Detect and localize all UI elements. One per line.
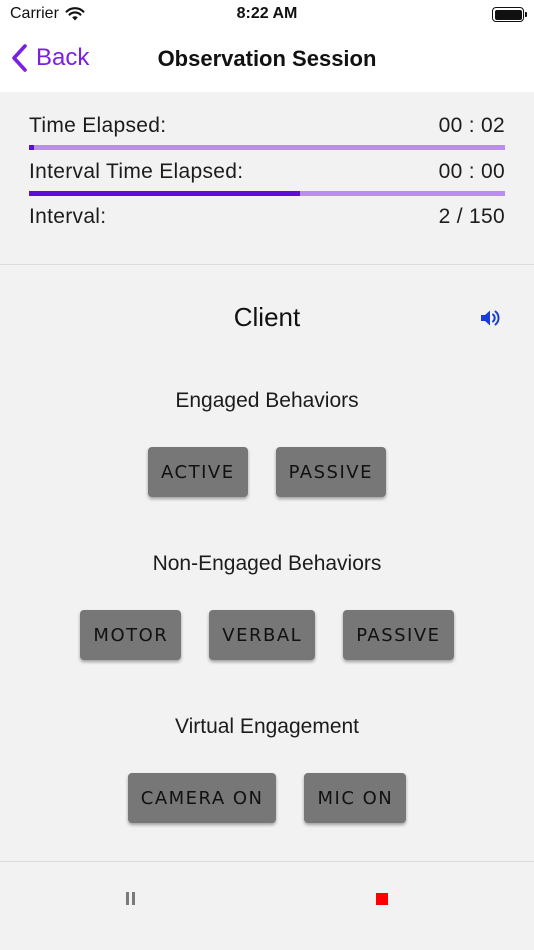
virtual-engagement-label: Virtual Engagement xyxy=(174,715,360,738)
interval-time-row: Interval Time Elapsed: 00 : 00 xyxy=(29,160,505,184)
interval-row: Interval: 2 / 150 xyxy=(29,205,505,229)
stop-icon[interactable] xyxy=(376,893,388,905)
interval-time-value: 00 : 00 xyxy=(438,160,505,183)
interval-time-progress-fill xyxy=(29,191,301,196)
interval-time-label: Interval Time Elapsed: xyxy=(29,160,244,183)
non-engaged-behaviors-buttons: MOTOR VERBAL PASSIVE xyxy=(0,610,534,660)
battery-icon xyxy=(492,7,527,22)
nav-bar: Back Observation Session xyxy=(0,30,534,92)
non-engaged-behaviors-label: Non-Engaged Behaviors xyxy=(152,552,382,575)
clock: 8:22 AM xyxy=(236,5,298,22)
engaged-behaviors-label: Engaged Behaviors xyxy=(175,389,359,412)
engaged-passive-button[interactable]: PASSIVE xyxy=(275,447,386,497)
engaged-behaviors-buttons: ACTIVE PASSIVE xyxy=(0,447,534,497)
behavior-panel: Client Engaged Behaviors ACTIVE PASSIVE … xyxy=(0,266,534,860)
camera-on-button[interactable]: CAMERA ON xyxy=(127,773,277,823)
speaker-icon[interactable] xyxy=(480,308,502,328)
pause-icon[interactable] xyxy=(122,892,138,908)
mic-on-button[interactable]: MIC ON xyxy=(304,773,407,823)
time-elapsed-progress-bar xyxy=(29,145,505,150)
non-engaged-motor-button[interactable]: MOTOR xyxy=(80,610,182,660)
time-elapsed-progress-fill xyxy=(29,145,34,150)
time-elapsed-value: 00 : 02 xyxy=(438,114,505,137)
non-engaged-verbal-button[interactable]: VERBAL xyxy=(209,610,316,660)
interval-time-progress-bar xyxy=(29,191,505,196)
time-elapsed-row: Time Elapsed: 00 : 02 xyxy=(29,114,505,138)
client-title: Client xyxy=(233,302,301,332)
timer-panel: Time Elapsed: 00 : 02 Interval Time Elap… xyxy=(0,92,534,265)
session-controls xyxy=(0,861,534,950)
non-engaged-passive-button[interactable]: PASSIVE xyxy=(343,610,454,660)
virtual-engagement-buttons: CAMERA ON MIC ON xyxy=(0,773,534,823)
interval-value: 2 / 150 xyxy=(438,205,505,228)
status-bar: Carrier 8:22 AM xyxy=(0,0,534,30)
page-title: Observation Session xyxy=(157,46,377,71)
time-elapsed-label: Time Elapsed: xyxy=(29,114,167,137)
engaged-active-button[interactable]: ACTIVE xyxy=(148,447,248,497)
interval-label: Interval: xyxy=(29,205,107,228)
